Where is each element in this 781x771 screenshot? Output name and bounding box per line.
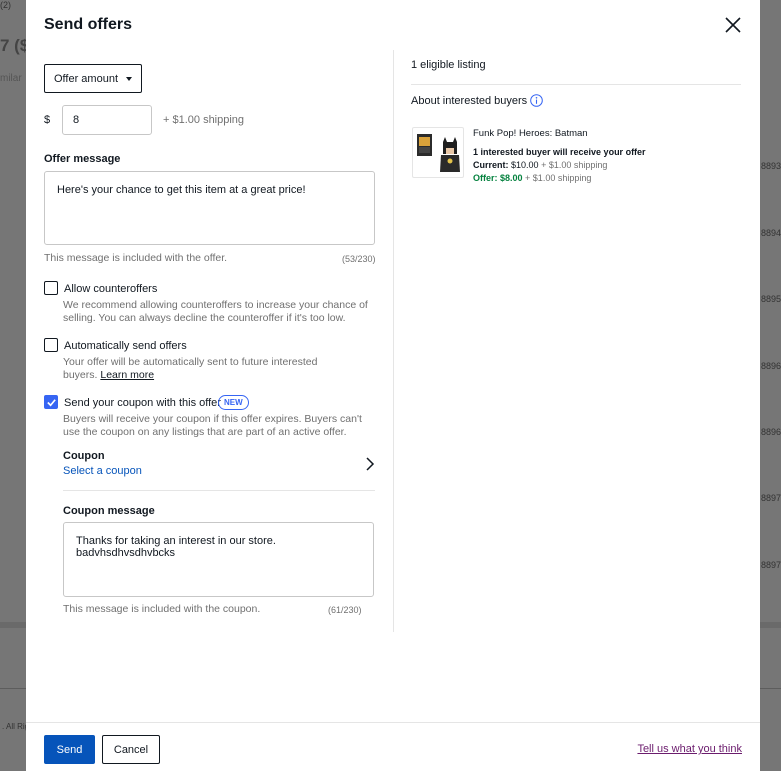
current-shipping: + $1.00 shipping <box>541 160 608 170</box>
current-price-line: Current: $10.00 + $1.00 shipping <box>473 160 607 170</box>
offer-shipping: + $1.00 shipping <box>525 173 592 183</box>
coupon-message-label: Coupon message <box>63 505 155 517</box>
learn-more-link[interactable]: Learn more <box>100 369 154 381</box>
select-coupon-row[interactable]: Coupon Select a coupon <box>63 448 375 482</box>
bg-order-number: 8894 <box>760 228 781 238</box>
bg-order-number: 8893 <box>760 161 781 171</box>
bg-order-number: 8897 <box>760 493 781 503</box>
bg-fragment-top: (2) <box>0 0 11 10</box>
bg-order-number: 8896 <box>760 361 781 371</box>
bg-order-number: 8896 <box>760 427 781 437</box>
close-button[interactable] <box>722 14 744 36</box>
offer-message-textarea[interactable]: Here's your chance to get this item at a… <box>44 171 375 245</box>
current-price-value: $10.00 <box>511 160 539 170</box>
close-icon <box>725 17 741 33</box>
listing-thumbnail <box>412 127 464 178</box>
coupon-message-count: (61/230) <box>328 605 362 615</box>
send-offers-dialog: Send offers Offer amount $ + $1.00 shipp… <box>26 0 760 771</box>
coupon-message-hint: This message is included with the coupon… <box>63 603 261 615</box>
bg-order-number: 8897 <box>760 560 781 570</box>
currency-symbol: $ <box>44 114 51 126</box>
new-badge: NEW <box>218 395 249 410</box>
bg-order-number: 8895 <box>760 294 781 304</box>
info-icon[interactable] <box>530 94 543 107</box>
allow-counteroffers-label: Allow counteroffers <box>64 283 158 295</box>
offer-message-hint: This message is included with the offer. <box>44 252 228 264</box>
offer-price-line: Offer: $8.00 + $1.00 shipping <box>473 173 591 183</box>
offer-amount-input[interactable] <box>62 105 152 135</box>
select-coupon-link[interactable]: Select a coupon <box>63 465 142 477</box>
send-coupon-label: Send your coupon with this offer <box>64 397 221 409</box>
coupon-message-textarea[interactable]: Thanks for taking an interest in our sto… <box>63 522 374 597</box>
current-price-label: Current: <box>473 160 509 170</box>
eligible-listings-count: 1 eligible listing <box>411 59 486 71</box>
coupon-divider <box>63 490 375 491</box>
batman-figure-image <box>417 134 460 172</box>
footer-divider <box>26 722 760 723</box>
bg-divider <box>760 688 781 689</box>
dialog-title: Send offers <box>44 16 133 33</box>
listing-title: Funk Pop! Heroes: Batman <box>473 128 588 139</box>
bg-divider <box>0 688 26 689</box>
auto-send-checkbox[interactable] <box>44 338 58 352</box>
offer-message-count: (53/230) <box>342 254 376 264</box>
bg-fragment-price: 7 ($ <box>0 36 30 55</box>
coupon-title: Coupon <box>63 450 105 462</box>
auto-send-label: Automatically send offers <box>64 340 187 352</box>
offer-type-dropdown[interactable]: Offer amount <box>44 64 142 93</box>
feedback-link[interactable]: Tell us what you think <box>637 743 742 755</box>
offer-type-label: Offer amount <box>54 72 118 85</box>
caret-down-icon <box>126 76 132 81</box>
offer-message-label: Offer message <box>44 153 121 165</box>
bg-fragment-similar: milar <box>0 73 22 84</box>
checkmark-icon <box>46 398 56 406</box>
interested-buyer-count: 1 interested buyer will receive your off… <box>473 147 646 157</box>
about-interested-buyers: About interested buyers <box>411 95 528 107</box>
allow-counteroffers-checkbox[interactable] <box>44 281 58 295</box>
offer-price-label: Offer: $8.00 <box>473 173 523 183</box>
shipping-hint: + $1.00 shipping <box>163 114 245 126</box>
send-coupon-desc: Buyers will receive your coupon if this … <box>63 413 362 438</box>
send-button[interactable]: Send <box>44 735 95 764</box>
column-divider <box>393 50 394 632</box>
right-divider <box>411 84 741 85</box>
chevron-right-icon <box>366 457 375 471</box>
auto-send-desc: Your offer will be automatically sent to… <box>63 356 328 381</box>
allow-counteroffers-desc: We recommend allowing counteroffers to i… <box>63 299 368 324</box>
cancel-button[interactable]: Cancel <box>102 735 160 764</box>
send-coupon-checkbox[interactable] <box>44 395 58 409</box>
